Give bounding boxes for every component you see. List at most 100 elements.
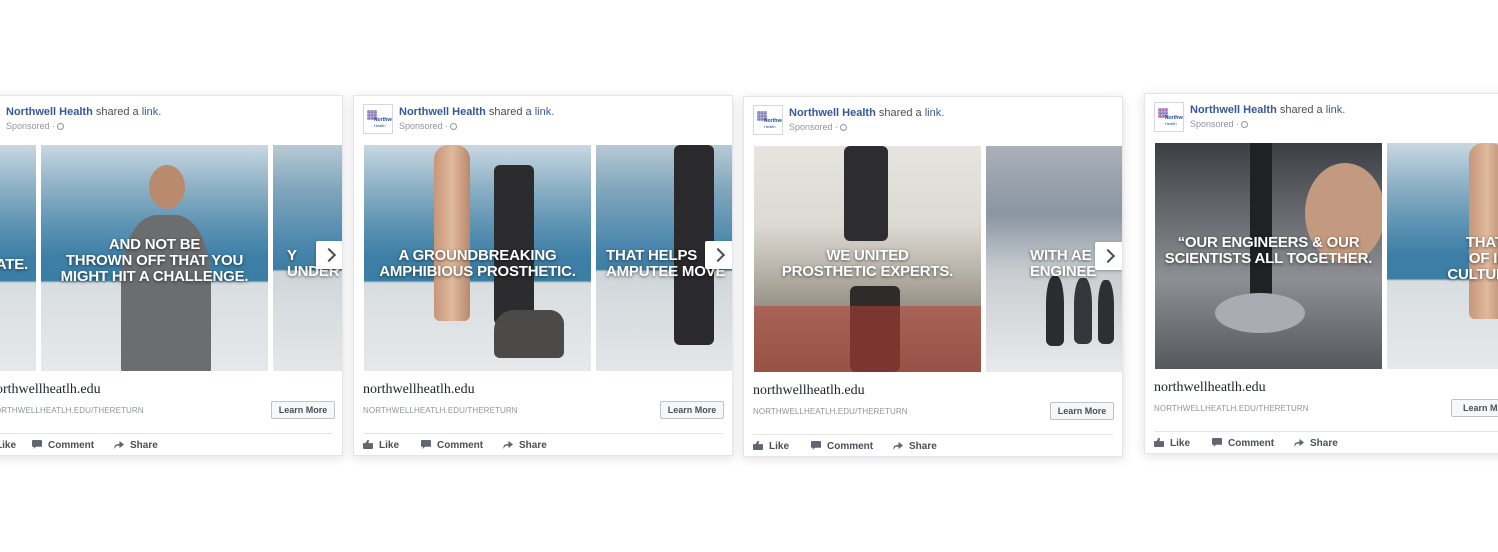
carousel-next-arrow[interactable] [1095, 242, 1122, 270]
like-label: Like [1170, 438, 1191, 449]
comment-icon [421, 440, 431, 449]
share-icon [1294, 438, 1304, 447]
link-url[interactable]: NORTHWELLHEATLH.EDU/THERETURN [0, 406, 144, 415]
sponsored-label: Sponsored · [6, 121, 65, 131]
share-icon [893, 441, 903, 450]
like-button[interactable]: Like [0, 440, 16, 451]
carousel-next-arrow[interactable] [705, 241, 732, 269]
carousel-tile-1[interactable]: A GROUNDBREAKING AMPHIBIOUS PROSTHETIC. [364, 145, 591, 371]
carousel-tile-1[interactable]: “OUR ENGINEERS & OUR SCIENTISTS ALL TOGE… [1155, 143, 1382, 369]
link-domain[interactable]: northwellheatlh.edu [0, 382, 101, 398]
page-name-link[interactable]: Northwell Health [6, 106, 93, 118]
sponsored-text: Sponsored · [1190, 119, 1240, 129]
comment-button[interactable]: Comment [811, 441, 873, 452]
carousel-tile-2[interactable]: AND NOT BE THROWN OFF THAT YOU MIGHT HIT… [41, 145, 268, 371]
divider [0, 433, 333, 434]
link-domain[interactable]: northwellheatlh.edu [1154, 380, 1266, 396]
prosthetic-socket [844, 146, 888, 241]
page-name-link[interactable]: Northwell Health [789, 107, 876, 119]
post-title: Northwell Health shared a link. [399, 106, 554, 118]
link-domain[interactable]: northwellheatlh.edu [363, 382, 475, 398]
learn-more-button[interactable]: Learn Mo [1451, 399, 1498, 417]
like-label: Like [379, 440, 400, 451]
ad-card-1: NorthwellHealth Northwell Health shared … [0, 95, 343, 456]
comment-icon [811, 441, 821, 450]
prosthetic-foot [494, 310, 564, 358]
tile-caption: WE UNITED PROSTHETIC EXPERTS. [781, 247, 954, 280]
ad-card-3: NorthwellHealth Northwell Health shared … [743, 96, 1123, 457]
machine-column [1250, 143, 1272, 313]
link-url[interactable]: NORTHWELLHEATLH.EDU/THERETURN [753, 407, 908, 416]
prosthetic-figure [494, 165, 534, 325]
sponsored-label: Sponsored · [1190, 119, 1249, 129]
comment-icon [1212, 438, 1222, 447]
like-button[interactable]: Like [753, 441, 789, 452]
comment-label: Comment [48, 440, 95, 451]
globe-icon [1241, 121, 1249, 128]
toolbox-shape [754, 306, 981, 372]
globe-icon [57, 123, 65, 130]
athlete-head [149, 165, 185, 209]
carousel-tile-1[interactable]: WE UNITED PROSTHETIC EXPERTS. [754, 146, 981, 372]
leg-figure [1469, 143, 1498, 319]
like-icon [753, 441, 763, 450]
share-label: Share [519, 440, 547, 451]
link-url[interactable]: NORTHWELLHEATLH.EDU/THERETURN [1154, 404, 1309, 413]
tile-caption: A GROUNDBREAKING AMPHIBIOUS PROSTHETIC. [379, 247, 576, 280]
learn-more-button[interactable]: Learn More [1050, 402, 1114, 420]
like-button[interactable]: Like [363, 440, 399, 451]
northwell-logo-icon[interactable]: NorthwellHealth [753, 105, 783, 135]
comment-label: Comment [1228, 438, 1275, 449]
tile-caption: ATE. [0, 256, 28, 273]
learn-more-button[interactable]: Learn More [271, 401, 335, 419]
share-label: Share [909, 441, 937, 452]
share-button[interactable]: Share [893, 441, 937, 452]
learn-more-button[interactable]: Learn More [660, 401, 724, 419]
shared-text: shared a [1279, 104, 1323, 116]
link-domain[interactable]: northwellheatlh.edu [753, 383, 865, 399]
post-title: Northwell Health shared a link. [6, 106, 161, 118]
sponsored-text: Sponsored · [6, 121, 56, 131]
link-link[interactable]: link. [535, 106, 555, 118]
post-title: Northwell Health shared a link. [1190, 104, 1345, 116]
like-icon [363, 440, 373, 449]
ad-mockup-stage: NorthwellHealth Northwell Health shared … [0, 0, 1498, 552]
like-label: Like [769, 441, 790, 452]
ad-card-4: NorthwellHealth Northwell Health shared … [1144, 93, 1498, 454]
share-label: Share [130, 440, 158, 451]
tile-caption: THAT'S T OF INNO CULTURE Y [1447, 234, 1498, 283]
comment-label: Comment [437, 440, 484, 451]
page-name-link[interactable]: Northwell Health [399, 106, 486, 118]
divider [753, 434, 1113, 435]
sponsored-text: Sponsored · [789, 122, 839, 132]
share-button[interactable]: Share [1294, 438, 1338, 449]
divider [1154, 431, 1498, 432]
comment-label: Comment [827, 441, 874, 452]
page-name-link[interactable]: Northwell Health [1190, 104, 1277, 116]
carousel-tile-1[interactable]: ATE. [0, 145, 36, 371]
like-button[interactable]: Like [1154, 438, 1190, 449]
like-icon [1154, 438, 1164, 447]
globe-icon [840, 124, 848, 131]
carousel-tile-2[interactable]: THAT'S T OF INNO CULTURE Y [1387, 143, 1498, 369]
comment-button[interactable]: Comment [421, 440, 483, 451]
divider [363, 433, 723, 434]
sponsored-label: Sponsored · [789, 122, 848, 132]
northwell-logo-icon[interactable]: NorthwellHealth [1154, 102, 1184, 132]
link-link[interactable]: link. [925, 107, 945, 119]
comment-button[interactable]: Comment [32, 440, 94, 451]
share-button[interactable]: Share [503, 440, 547, 451]
link-link[interactable]: link. [1326, 104, 1346, 116]
link-link[interactable]: link. [142, 106, 162, 118]
share-icon [114, 440, 124, 449]
comment-icon [32, 440, 42, 449]
person-figure [1098, 280, 1114, 344]
northwell-logo-icon[interactable]: NorthwellHealth [363, 104, 393, 134]
carousel-next-arrow[interactable] [316, 241, 342, 269]
link-url[interactable]: NORTHWELLHEATLH.EDU/THERETURN [363, 406, 518, 415]
tile-caption: “OUR ENGINEERS & OUR SCIENTISTS ALL TOGE… [1164, 234, 1373, 267]
comment-button[interactable]: Comment [1212, 438, 1274, 449]
post-title: Northwell Health shared a link. [789, 107, 944, 119]
share-button[interactable]: Share [114, 440, 158, 451]
tile-caption: AND NOT BE THROWN OFF THAT YOU MIGHT HIT… [60, 236, 249, 285]
